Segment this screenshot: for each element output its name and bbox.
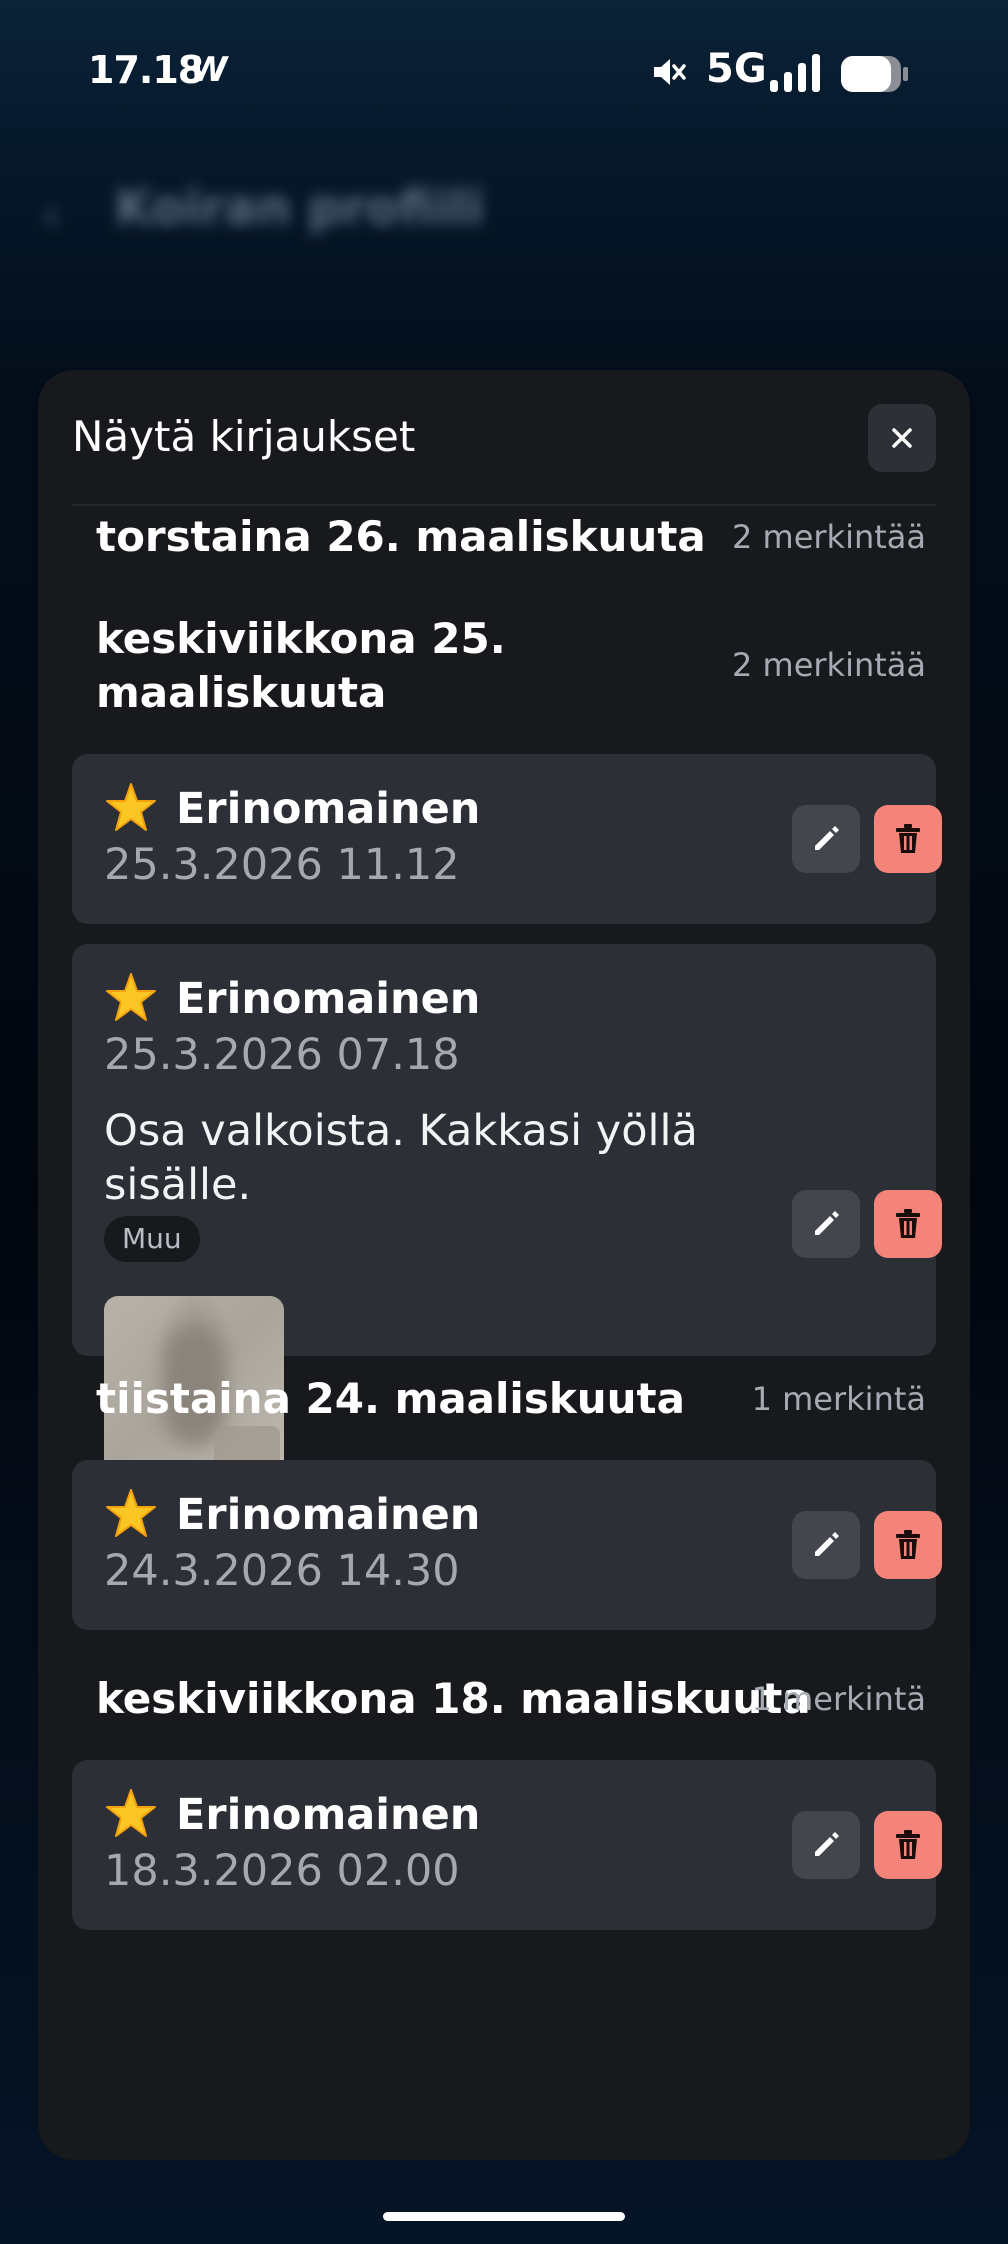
edit-button[interactable] (792, 1811, 860, 1879)
entry-card: Erinomainen 24.3.2026 14.30 (72, 1460, 942, 1630)
date-group-header[interactable]: tiistaina 24. maaliskuuta 1 merkintä (96, 1372, 926, 1432)
battery-icon (841, 56, 908, 92)
home-indicator[interactable] (383, 2212, 625, 2221)
rating-label: Erinomainen (176, 974, 481, 1024)
entry-rating: Erinomainen (104, 782, 480, 836)
edit-button[interactable] (792, 1511, 860, 1579)
pencil-icon (815, 1211, 839, 1235)
delete-button[interactable] (874, 1811, 942, 1879)
rating-label: Erinomainen (176, 1790, 481, 1840)
entry-card: Erinomainen 25.3.2026 07.18 Osa valkoist… (72, 944, 942, 1476)
group-entry-count: 2 merkintää (731, 518, 926, 556)
trash-icon (896, 1209, 920, 1238)
edit-button[interactable] (792, 1190, 860, 1258)
group-entry-count: 1 merkintä (751, 1380, 926, 1418)
status-indicators: 5G (650, 46, 930, 100)
background-app: ‹ Koiran profiili (0, 150, 1008, 400)
entry-rating: Erinomainen (104, 972, 480, 1026)
network-type: 5G (706, 46, 767, 92)
mute-icon (654, 59, 686, 85)
entries-sheet: Näytä kirjaukset torstaina 26. maaliskuu… (38, 370, 970, 2160)
date-group-header[interactable]: keskiviikkona 25. maaliskuuta 2 merkintä… (96, 612, 926, 724)
entry-card: Erinomainen 18.3.2026 02.00 (72, 1760, 942, 1930)
background-page-title: Koiran profiili (115, 180, 484, 236)
star-icon (106, 973, 156, 1021)
entry-card: Erinomainen 25.3.2026 11.12 (72, 754, 942, 924)
sheet-divider (72, 504, 936, 506)
edit-button[interactable] (792, 805, 860, 873)
pencil-icon (815, 826, 839, 850)
rating-label: Erinomainen (176, 784, 481, 834)
group-date: torstaina 26. maaliskuuta (96, 512, 706, 561)
delete-button[interactable] (874, 805, 942, 873)
group-entry-count: 2 merkintää (731, 646, 926, 684)
star-icon (106, 1489, 156, 1537)
trash-icon (896, 1830, 920, 1859)
date-group-header[interactable]: keskiviikkona 18. maaliskuuta 1 merkintä (96, 1672, 926, 1732)
rating-label: Erinomainen (176, 1490, 481, 1540)
star-icon (106, 783, 156, 831)
close-icon (892, 428, 912, 448)
delete-button[interactable] (874, 1190, 942, 1258)
trash-icon (896, 824, 920, 853)
entry-timestamp: 25.3.2026 07.18 (104, 1030, 460, 1080)
pencil-icon (815, 1532, 839, 1556)
entry-timestamp: 18.3.2026 02.00 (104, 1846, 460, 1896)
app-notification-icon: W (190, 50, 228, 90)
entry-rating: Erinomainen (104, 1788, 480, 1842)
group-date: keskiviikkona 25. maaliskuuta (96, 614, 506, 717)
group-date: keskiviikkona 18. maaliskuuta (96, 1674, 811, 1723)
entry-timestamp: 25.3.2026 11.12 (104, 840, 460, 890)
status-time: 17.18 (88, 48, 204, 92)
group-date: tiistaina 24. maaliskuuta (96, 1374, 685, 1423)
sheet-title: Näytä kirjaukset (72, 412, 416, 461)
entry-rating: Erinomainen (104, 1488, 480, 1542)
close-button[interactable] (868, 404, 936, 472)
star-icon (106, 1789, 156, 1837)
entry-note: Osa valkoista. Kakkasi yöllä sisälle. (104, 1106, 698, 1210)
group-entry-count: 1 merkintä (751, 1680, 926, 1718)
entry-timestamp: 24.3.2026 14.30 (104, 1546, 460, 1596)
trash-icon (896, 1530, 920, 1559)
signal-icon (770, 54, 820, 92)
delete-button[interactable] (874, 1511, 942, 1579)
date-group-header[interactable]: torstaina 26. maaliskuuta 2 merkintää (96, 510, 926, 570)
back-icon: ‹ (42, 190, 60, 241)
pencil-icon (815, 1832, 839, 1856)
entry-tag: Muu (104, 1216, 200, 1262)
